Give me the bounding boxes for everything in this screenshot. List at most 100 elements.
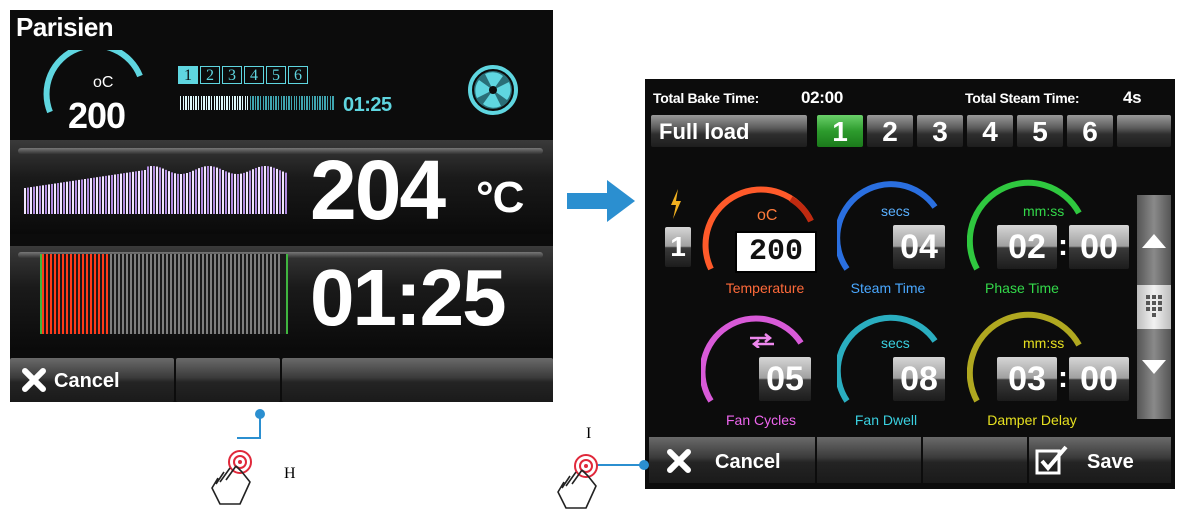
progress-segment <box>216 96 218 110</box>
damper-delay-label: Damper Delay <box>987 412 1077 428</box>
timer-segment <box>230 254 232 334</box>
save-button[interactable]: Save <box>1029 437 1171 483</box>
progress-segment <box>180 96 182 110</box>
timer-segment <box>146 254 148 334</box>
history-bar <box>225 171 227 214</box>
damper-delay-minutes[interactable]: 03 <box>997 357 1057 401</box>
phase-time-seconds[interactable]: 00 <box>1069 225 1129 269</box>
history-bar <box>81 179 83 214</box>
scroll-down-button[interactable] <box>1137 329 1171 419</box>
temperature-value[interactable]: 200 <box>735 231 817 273</box>
steam-time-value[interactable]: 04 <box>893 225 945 269</box>
progress-segment <box>213 96 215 110</box>
timer-segment <box>222 254 224 334</box>
timer-segment <box>194 254 196 334</box>
empty-button[interactable] <box>923 437 1027 483</box>
timer-segment <box>186 254 188 334</box>
tab-phase-5[interactable]: 5 <box>1017 115 1063 147</box>
fan-cycles-label: Fan Cycles <box>725 412 797 428</box>
temperature-label: Temperature <box>725 280 805 296</box>
fan-dwell-value[interactable]: 08 <box>893 357 945 401</box>
timer-segment <box>42 254 44 334</box>
history-bar <box>162 168 164 214</box>
history-bar <box>180 173 182 214</box>
progress-segment <box>324 96 326 110</box>
program-name-button[interactable]: Full load <box>651 115 807 147</box>
history-bar <box>249 170 251 214</box>
timer-segment <box>106 254 108 334</box>
empty-button[interactable] <box>282 358 553 402</box>
scroll-up-button[interactable] <box>1137 195 1171 285</box>
progress-segment <box>198 96 200 110</box>
progress-segment <box>270 96 272 110</box>
history-bar <box>111 174 113 214</box>
tab-phase-2[interactable]: 2 <box>867 115 913 147</box>
progress-segment <box>319 96 321 110</box>
progress-segment <box>244 96 246 110</box>
keypad-button[interactable] <box>1137 285 1171 329</box>
progress-segment <box>259 96 262 110</box>
history-bar <box>120 173 122 214</box>
history-bar <box>63 182 65 214</box>
timer-segment <box>274 254 276 334</box>
timer-segment <box>210 254 212 334</box>
temp-history-graph <box>24 166 287 214</box>
timer-segment <box>46 254 48 334</box>
cancel-button[interactable]: Cancel <box>649 437 815 483</box>
timer-segment <box>270 254 272 334</box>
phase-time-minutes[interactable]: 02 <box>997 225 1057 269</box>
history-bar <box>60 182 62 214</box>
history-bar <box>132 171 134 214</box>
save-label: Save <box>1087 451 1134 473</box>
history-bar <box>30 187 32 214</box>
history-bar <box>192 170 194 214</box>
tab-phase-6[interactable]: 6 <box>1067 115 1113 147</box>
transition-arrow-icon <box>567 180 635 222</box>
history-bar <box>129 172 131 214</box>
timer-segment <box>250 254 252 334</box>
empty-button[interactable] <box>176 358 280 402</box>
timer-segment <box>74 254 76 334</box>
fan-cycles-value[interactable]: 05 <box>759 357 811 401</box>
history-bar <box>75 180 77 214</box>
total-steam-value: 4s <box>1123 88 1142 107</box>
callout-letter-h: H <box>284 465 296 482</box>
phase-box: 1 <box>178 66 198 84</box>
cancel-button[interactable]: Cancel <box>10 358 174 402</box>
history-bar <box>84 179 86 214</box>
empty-button[interactable] <box>817 437 921 483</box>
tab-phase-1[interactable]: 1 <box>817 115 863 147</box>
steam-time-unit: secs <box>881 203 910 219</box>
history-bar <box>267 166 269 214</box>
damper-delay-unit: mm:ss <box>1023 335 1065 351</box>
timer-segment <box>258 254 260 334</box>
progress-segment <box>229 96 231 110</box>
history-bar <box>96 177 98 214</box>
history-bar <box>54 183 56 214</box>
total-bake-label: Total Bake Time: <box>653 90 759 106</box>
progress-segment <box>332 96 334 110</box>
history-bar <box>144 170 146 214</box>
progress-segment <box>303 96 306 110</box>
damper-delay-seconds[interactable]: 00 <box>1069 357 1129 401</box>
progress-segment <box>309 96 311 110</box>
timer-segment <box>62 254 64 334</box>
timer-segment <box>198 254 200 334</box>
history-bar <box>165 169 167 214</box>
remaining-time: 01:25 <box>310 253 507 342</box>
close-icon <box>22 368 46 392</box>
progress-segment <box>301 96 303 110</box>
tab-phase-3[interactable]: 3 <box>917 115 963 147</box>
progress-segment <box>280 96 282 110</box>
empty-tab <box>1117 115 1171 147</box>
tab-phase-4[interactable]: 4 <box>967 115 1013 147</box>
phase-box: 6 <box>288 66 308 84</box>
history-bar <box>78 179 80 214</box>
progress-segment <box>218 96 221 110</box>
timer-segment <box>134 254 136 334</box>
history-bar <box>126 172 128 214</box>
timer-segment <box>138 254 140 334</box>
temperature-unit: oC <box>757 207 778 224</box>
progress-segment <box>311 96 313 110</box>
timer-segment <box>254 254 256 334</box>
